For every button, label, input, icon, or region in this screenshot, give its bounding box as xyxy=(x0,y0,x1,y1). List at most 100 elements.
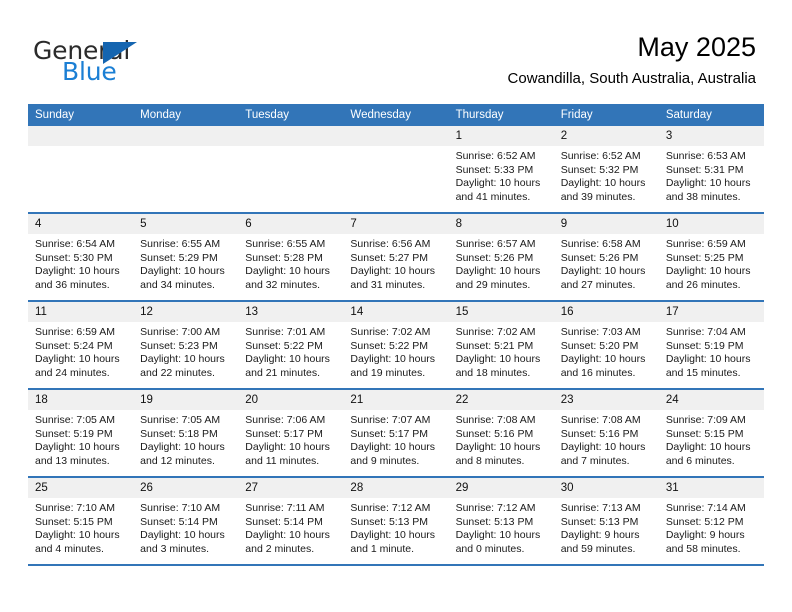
sunset-text: Sunset: 5:30 PM xyxy=(35,251,113,264)
day-sun-info: Sunrise: 7:00 AM Sunset: 5:23 PM Daylight:… xyxy=(133,322,238,380)
day-number-band: 19 xyxy=(133,390,239,410)
sunset-text: Sunset: 5:14 PM xyxy=(140,515,218,528)
calendar-day-cell[interactable]: 22 Sunrise: 7:08 AM Sunset: 5:16 PM Dayligh… xyxy=(448,390,554,476)
calendar-day-cell[interactable]: 27 Sunrise: 7:11 AM Sunset: 5:14 PM Dayligh… xyxy=(238,478,344,564)
sunset-text: Sunset: 5:13 PM xyxy=(350,515,429,528)
daylight-text-line1: Daylight: 9 hours xyxy=(665,529,745,542)
sunrise-text: Sunrise: 7:14 AM xyxy=(665,502,746,514)
sunrise-text: Sunrise: 7:02 AM xyxy=(350,326,431,338)
daylight-text-line2: and 7 minutes. xyxy=(560,454,630,467)
calendar-day-cell[interactable]: 30 Sunrise: 7:13 AM Sunset: 5:13 PM Dayligh… xyxy=(553,478,659,564)
calendar-day-cell[interactable]: 11 Sunrise: 6:59 AM Sunset: 5:24 PM Dayligh… xyxy=(28,302,134,388)
calendar-week-row: 4 Sunrise: 6:54 AM Sunset: 5:30 PM Daylight… xyxy=(28,214,764,302)
sunrise-text: Sunrise: 7:09 AM xyxy=(665,414,746,426)
day-number-band: 30 xyxy=(553,478,659,498)
page-title: May 2025 xyxy=(637,32,756,62)
day-sun-info: Sunrise: 7:07 AM Sunset: 5:17 PM Daylight:… xyxy=(343,410,448,468)
calendar-day-cell[interactable]: 15 Sunrise: 7:02 AM Sunset: 5:21 PM Dayligh… xyxy=(448,302,554,388)
sunset-text: Sunset: 5:28 PM xyxy=(245,251,323,264)
calendar-day-cell[interactable]: 24 Sunrise: 7:09 AM Sunset: 5:15 PM Dayligh… xyxy=(658,390,764,476)
day-number-band: 14 xyxy=(343,302,449,322)
calendar-day-cell[interactable]: 3 Sunrise: 6:53 AM Sunset: 5:31 PM Daylight… xyxy=(658,126,764,212)
day-sun-info: Sunrise: 7:01 AM Sunset: 5:22 PM Daylight:… xyxy=(238,322,343,380)
sunset-text: Sunset: 5:23 PM xyxy=(140,339,218,352)
calendar-day-cell[interactable]: 6 Sunrise: 6:55 AM Sunset: 5:28 PM Daylight… xyxy=(238,214,344,300)
sunrise-text: Sunrise: 7:01 AM xyxy=(245,326,326,338)
logo-text-blue: Blue xyxy=(62,57,117,86)
calendar-day-cell[interactable]: 9 Sunrise: 6:58 AM Sunset: 5:26 PM Daylight… xyxy=(553,214,659,300)
sunset-text: Sunset: 5:17 PM xyxy=(350,427,429,440)
sunrise-text: Sunrise: 7:11 AM xyxy=(245,502,325,514)
sunrise-text: Sunrise: 7:03 AM xyxy=(560,326,641,338)
day-sun-info: Sunrise: 7:02 AM Sunset: 5:22 PM Daylight:… xyxy=(343,322,448,380)
calendar-day-cell[interactable]: 31 Sunrise: 7:14 AM Sunset: 5:12 PM Dayligh… xyxy=(658,478,764,564)
sunrise-text: Sunrise: 7:08 AM xyxy=(455,414,536,426)
day-number-band xyxy=(28,126,134,146)
daylight-text-line1: Daylight: 10 hours xyxy=(455,353,541,366)
day-number: 14 xyxy=(350,306,364,318)
day-number: 18 xyxy=(35,394,48,406)
calendar-day-cell[interactable]: 28 Sunrise: 7:12 AM Sunset: 5:13 PM Dayligh… xyxy=(343,478,449,564)
sunrise-text: Sunrise: 7:05 AM xyxy=(35,414,115,426)
day-number: 9 xyxy=(560,218,568,230)
day-sun-info: Sunrise: 7:03 AM Sunset: 5:20 PM Daylight:… xyxy=(554,322,659,380)
calendar-day-cell[interactable]: 21 Sunrise: 7:07 AM Sunset: 5:17 PM Dayligh… xyxy=(343,390,449,476)
day-sun-info: Sunrise: 6:53 AM Sunset: 5:31 PM Daylight:… xyxy=(659,146,764,204)
day-number-band xyxy=(238,126,344,146)
sunset-text: Sunset: 5:27 PM xyxy=(350,251,429,264)
calendar-day-cell[interactable]: 26 Sunrise: 7:10 AM Sunset: 5:14 PM Dayligh… xyxy=(133,478,239,564)
calendar-day-cell[interactable]: 20 Sunrise: 7:06 AM Sunset: 5:17 PM Dayligh… xyxy=(238,390,344,476)
calendar-day-cell[interactable]: 29 Sunrise: 7:12 AM Sunset: 5:13 PM Dayligh… xyxy=(448,478,554,564)
sunset-text: Sunset: 5:20 PM xyxy=(560,339,639,352)
calendar-day-cell[interactable]: 25 Sunrise: 7:10 AM Sunset: 5:15 PM Dayligh… xyxy=(28,478,134,564)
sunset-text: Sunset: 5:25 PM xyxy=(665,251,744,264)
calendar-day-cell[interactable]: 12 Sunrise: 7:00 AM Sunset: 5:23 PM Dayligh… xyxy=(133,302,239,388)
day-number-band: 4 xyxy=(28,214,134,234)
calendar-day-cell[interactable]: 18 Sunrise: 7:05 AM Sunset: 5:19 PM Dayligh… xyxy=(28,390,134,476)
daylight-text-line2: and 32 minutes. xyxy=(245,278,320,291)
sunrise-text: Sunrise: 7:06 AM xyxy=(245,414,326,426)
daylight-text-line1: Daylight: 10 hours xyxy=(140,441,225,454)
sunset-text: Sunset: 5:21 PM xyxy=(455,339,534,352)
calendar-weeks: 1 Sunrise: 6:52 AM Sunset: 5:33 PM Daylight… xyxy=(28,126,764,566)
daylight-text-line2: and 38 minutes. xyxy=(665,190,741,203)
calendar-day-cell[interactable]: 2 Sunrise: 6:52 AM Sunset: 5:32 PM Daylight… xyxy=(553,126,659,212)
page-subtitle: Cowandilla, South Australia, Australia xyxy=(507,70,756,87)
day-number: 15 xyxy=(455,306,469,318)
calendar-day-empty xyxy=(133,126,239,212)
day-sun-info: Sunrise: 6:59 AM Sunset: 5:25 PM Daylight:… xyxy=(659,234,764,292)
sunset-text: Sunset: 5:15 PM xyxy=(665,427,744,440)
sunset-text: Sunset: 5:26 PM xyxy=(560,251,639,264)
calendar-day-cell[interactable]: 7 Sunrise: 6:56 AM Sunset: 5:27 PM Daylight… xyxy=(343,214,449,300)
day-number-band: 9 xyxy=(553,214,659,234)
day-number-band: 10 xyxy=(658,214,764,234)
daylight-text-line2: and 58 minutes. xyxy=(665,542,741,555)
calendar-day-cell[interactable]: 16 Sunrise: 7:03 AM Sunset: 5:20 PM Dayligh… xyxy=(553,302,659,388)
daylight-text-line1: Daylight: 10 hours xyxy=(140,265,225,278)
calendar-day-empty xyxy=(343,126,449,212)
day-number: 25 xyxy=(35,482,48,494)
daylight-text-line2: and 59 minutes. xyxy=(560,542,636,555)
daylight-text-line2: and 27 minutes. xyxy=(560,278,636,291)
daylight-text-line2: and 34 minutes. xyxy=(140,278,215,291)
sunrise-text: Sunrise: 6:55 AM xyxy=(140,238,221,250)
daylight-text-line1: Daylight: 10 hours xyxy=(245,441,330,454)
daylight-text-line1: Daylight: 10 hours xyxy=(665,177,751,190)
day-sun-info: Sunrise: 6:52 AM Sunset: 5:32 PM Daylight:… xyxy=(554,146,659,204)
day-number: 16 xyxy=(560,306,574,318)
calendar-day-cell[interactable]: 17 Sunrise: 7:04 AM Sunset: 5:19 PM Dayligh… xyxy=(658,302,764,388)
calendar-day-cell[interactable]: 13 Sunrise: 7:01 AM Sunset: 5:22 PM Dayligh… xyxy=(238,302,344,388)
calendar-day-cell[interactable]: 1 Sunrise: 6:52 AM Sunset: 5:33 PM Daylight… xyxy=(448,126,554,212)
daylight-text-line2: and 29 minutes. xyxy=(455,278,531,291)
calendar-day-cell[interactable]: 23 Sunrise: 7:08 AM Sunset: 5:16 PM Dayligh… xyxy=(553,390,659,476)
day-number: 30 xyxy=(560,482,574,494)
calendar-day-cell[interactable]: 19 Sunrise: 7:05 AM Sunset: 5:18 PM Dayligh… xyxy=(133,390,239,476)
calendar-day-cell[interactable]: 4 Sunrise: 6:54 AM Sunset: 5:30 PM Daylight… xyxy=(28,214,134,300)
calendar-day-cell[interactable]: 5 Sunrise: 6:55 AM Sunset: 5:29 PM Daylight… xyxy=(133,214,239,300)
calendar-day-cell[interactable]: 10 Sunrise: 6:59 AM Sunset: 5:25 PM Dayligh… xyxy=(658,214,764,300)
calendar-day-cell[interactable]: 14 Sunrise: 7:02 AM Sunset: 5:22 PM Dayligh… xyxy=(343,302,449,388)
sunset-text: Sunset: 5:19 PM xyxy=(665,339,744,352)
general-blue-logo[interactable]: General Blue xyxy=(33,36,213,88)
calendar-day-cell[interactable]: 8 Sunrise: 6:57 AM Sunset: 5:26 PM Daylight… xyxy=(448,214,554,300)
day-number-band: 8 xyxy=(448,214,554,234)
